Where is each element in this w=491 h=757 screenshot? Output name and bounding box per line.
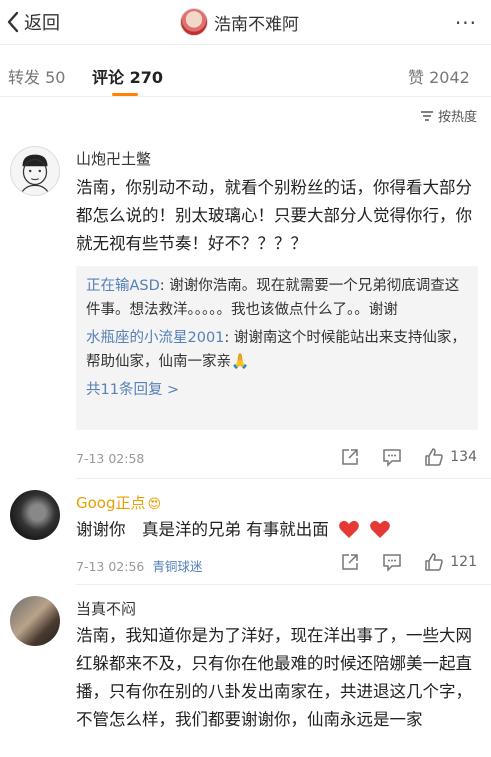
reply-button[interactable] — [382, 447, 402, 467]
share-button[interactable] — [340, 447, 360, 467]
commenter-name-text: Goog正点 — [76, 494, 146, 512]
tab-likes[interactable]: 赞 2042 — [408, 64, 470, 88]
comment-text-body: 谢谢你 真是洋的兄弟 有事就出面 — [76, 520, 329, 539]
tab-likes-label: 赞 — [408, 68, 425, 87]
like-count: 134 — [450, 449, 477, 465]
comment-meta: 7-13 02:56 青铜球迷 — [76, 556, 202, 575]
like-button[interactable]: 121 — [424, 552, 477, 572]
fan-badge[interactable]: 青铜球迷 — [152, 559, 202, 574]
tab-reposts-count: 50 — [45, 68, 66, 87]
avatar[interactable] — [10, 490, 60, 540]
share-button[interactable] — [340, 552, 360, 572]
back-button[interactable]: 返回 — [6, 9, 60, 35]
smiling-hearts-emoji-icon: 😍 — [147, 497, 162, 512]
commenter-name[interactable]: 当真不闷 — [76, 598, 136, 619]
chevron-left-icon — [7, 11, 19, 33]
comment-text: 浩南，我知道你是为了洋好，现在洋出事了，一些大网红躲都来不及，只有你在他最难的时… — [76, 626, 472, 729]
heart-icon — [370, 520, 391, 538]
tab-bar: 转发 50 评论 270 赞 2042 — [0, 56, 491, 97]
reply-author[interactable]: 正在输ASD — [86, 278, 160, 294]
reply-button[interactable] — [382, 552, 402, 572]
tab-reposts-label: 转发 — [8, 68, 41, 87]
comment-icon — [383, 449, 402, 467]
cartoon-face-icon — [20, 154, 50, 195]
like-button[interactable]: 134 — [424, 447, 477, 467]
tab-comments-count: 270 — [129, 68, 163, 87]
title-avatar — [180, 8, 208, 36]
reply-box[interactable]: 正在输ASD: 谢谢你浩南。现在就需要一个兄弟彻底调查这件事。想法救洋。。。。。… — [76, 266, 478, 430]
like-count: 121 — [450, 554, 477, 570]
sort-button[interactable]: 按热度 — [420, 106, 477, 125]
more-replies-link[interactable]: 共11条回复 > — [86, 378, 468, 402]
comment-actions: 134 — [318, 447, 477, 467]
comment-text: 谢谢你 真是洋的兄弟 有事就出面 — [76, 516, 476, 544]
tab-comments-label: 评论 — [92, 68, 125, 87]
tab-reposts[interactable]: 转发 50 — [8, 64, 65, 88]
reply-item: 水瓶座的小流星2001: 谢谢南这个时候能站出来支持仙家，帮助仙家，仙南一家亲🙏 — [86, 326, 468, 374]
sort-label: 按热度 — [437, 110, 477, 125]
tab-comments[interactable]: 评论 270 — [92, 64, 163, 88]
avatar[interactable] — [10, 146, 60, 196]
active-tab-indicator — [112, 93, 138, 96]
thumbs-up-icon — [425, 553, 444, 571]
comment-time: 7-13 02:58 — [76, 451, 145, 466]
comment-text: 浩南，你别动不动，就看个别粉丝的话，你得看大部分都怎么说的！别太玻璃心！只要大部… — [76, 178, 472, 253]
reply-item: 正在输ASD: 谢谢你浩南。现在就需要一个兄弟彻底调查这件事。想法救洋。。。。。… — [86, 274, 468, 322]
commenter-name[interactable]: 山炮卍土鳖 — [76, 148, 151, 169]
heart-icon — [339, 520, 359, 538]
top-bar: 返回 浩南不难阿 ··· — [0, 0, 491, 45]
comment-time: 7-13 02:56 — [76, 559, 145, 574]
more-menu-button[interactable]: ··· — [455, 11, 477, 35]
sort-icon — [420, 110, 433, 121]
page-title: 浩南不难阿 — [214, 14, 299, 35]
commenter-name[interactable]: Goog正点 😍 — [76, 492, 161, 513]
avatar[interactable] — [10, 596, 60, 646]
share-icon — [342, 449, 359, 465]
divider — [76, 584, 491, 585]
comment-actions: 121 — [318, 552, 477, 572]
divider — [76, 478, 491, 479]
comment-icon — [383, 554, 402, 572]
reply-author[interactable]: 水瓶座的小流星2001 — [86, 330, 224, 346]
tab-likes-count: 2042 — [429, 68, 470, 87]
page-title-group[interactable]: 浩南不难阿 — [180, 8, 299, 36]
thumbs-up-icon — [425, 448, 444, 466]
back-label: 返回 — [24, 13, 60, 34]
share-icon — [342, 554, 359, 570]
